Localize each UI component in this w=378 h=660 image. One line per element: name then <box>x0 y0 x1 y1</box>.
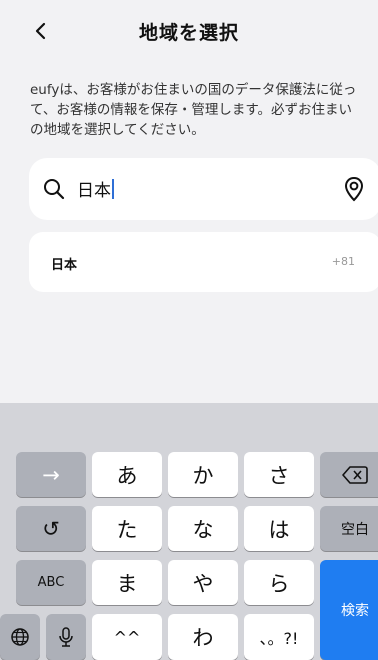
space-key[interactable]: 空白 <box>320 506 378 551</box>
globe-icon <box>11 628 29 646</box>
key-na[interactable]: な <box>168 506 238 551</box>
search-key[interactable]: 検索 <box>320 560 378 660</box>
key-ra[interactable]: ら <box>244 560 314 605</box>
abc-key[interactable]: ABC <box>16 560 86 605</box>
key-a[interactable]: あ <box>92 452 162 497</box>
search-field[interactable]: 日本 <box>29 158 378 220</box>
search-input-value: 日本 <box>77 181 111 201</box>
data-protection-notice: eufyは、お客様がお住まいの国のデータ保護法に従って、お客様の情報を保存・管理… <box>30 82 357 138</box>
search-input[interactable]: 日本 <box>77 176 114 201</box>
result-country-code: +81 <box>331 255 355 268</box>
microphone-icon <box>59 627 73 647</box>
header: 地域を選択 <box>0 0 378 64</box>
page-title: 地域を選択 <box>138 22 239 44</box>
text-caret <box>112 179 114 199</box>
undo-key[interactable]: ↺ <box>16 506 86 551</box>
key-ha[interactable]: は <box>244 506 314 551</box>
microphone-key[interactable] <box>46 614 86 660</box>
location-pin-icon <box>344 176 364 202</box>
key-ta[interactable]: た <box>92 506 162 551</box>
locate-button[interactable] <box>341 175 367 203</box>
key-wa[interactable]: わ <box>168 614 238 660</box>
result-item[interactable]: 日本 +81 <box>29 232 378 292</box>
search-icon <box>44 179 65 200</box>
globe-key[interactable] <box>0 614 40 660</box>
keyboard: → あ か さ ↺ た な は 空白 ABC ま や ら 検索 ^^ わ 、。?… <box>0 403 378 660</box>
key-ka[interactable]: か <box>168 452 238 497</box>
delete-key[interactable] <box>320 452 378 497</box>
arrow-right-icon: → <box>42 462 60 487</box>
punctuation-key[interactable]: 、。?! <box>244 614 314 660</box>
key-ya[interactable]: や <box>168 560 238 605</box>
key-ma[interactable]: ま <box>92 560 162 605</box>
result-country-name: 日本 <box>51 258 78 273</box>
kaomoji-key[interactable]: ^^ <box>92 614 162 660</box>
next-candidate-key[interactable]: → <box>16 452 86 497</box>
backspace-icon <box>342 465 368 484</box>
key-sa[interactable]: さ <box>244 452 314 497</box>
